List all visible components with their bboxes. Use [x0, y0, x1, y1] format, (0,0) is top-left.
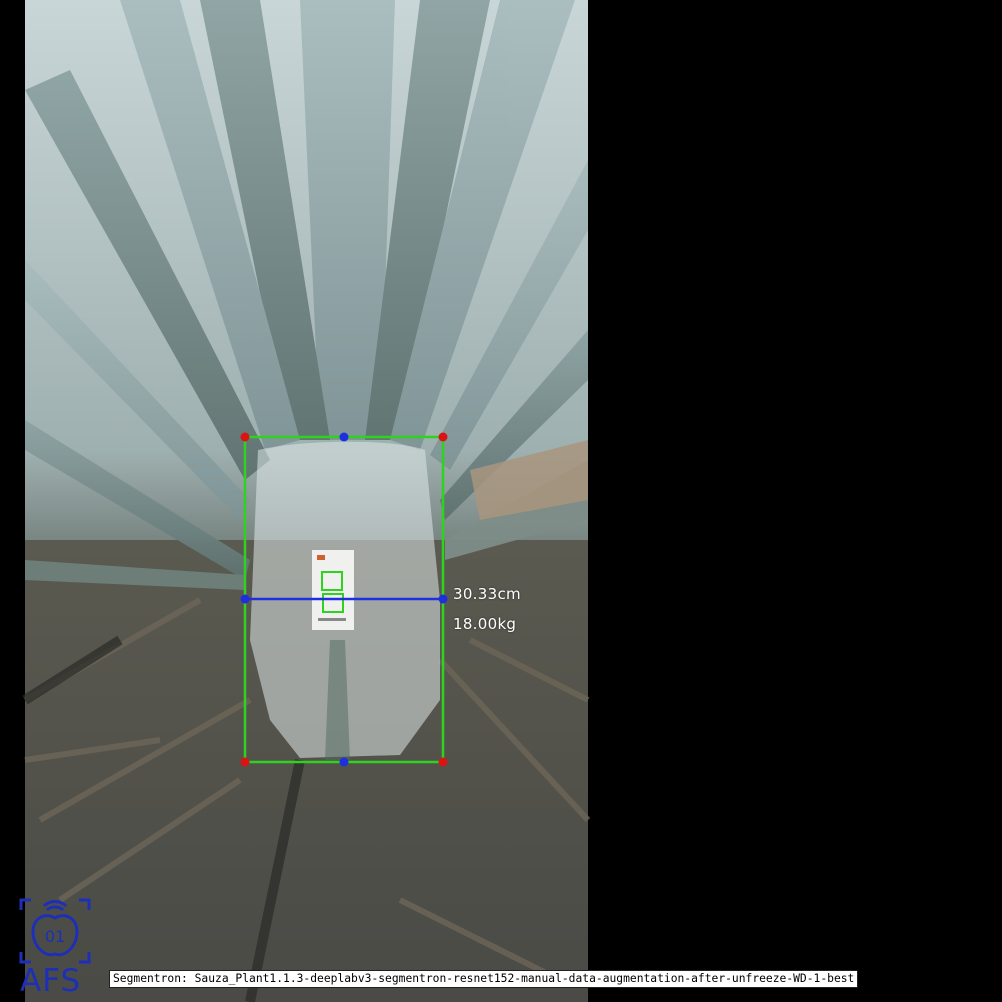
segmentation-image [22, 0, 591, 1002]
weight-measurement-label: 18.00kg [453, 615, 517, 633]
plant-photo [22, 0, 591, 1002]
width-measurement-label: 30.33cm [453, 585, 521, 603]
model-caption: Segmentron: Sauza_Plant1.1.3-deeplabv3-s… [109, 970, 859, 988]
logo-badge-text: 01 [45, 927, 65, 946]
afs-logo-text: AFS [20, 963, 82, 999]
